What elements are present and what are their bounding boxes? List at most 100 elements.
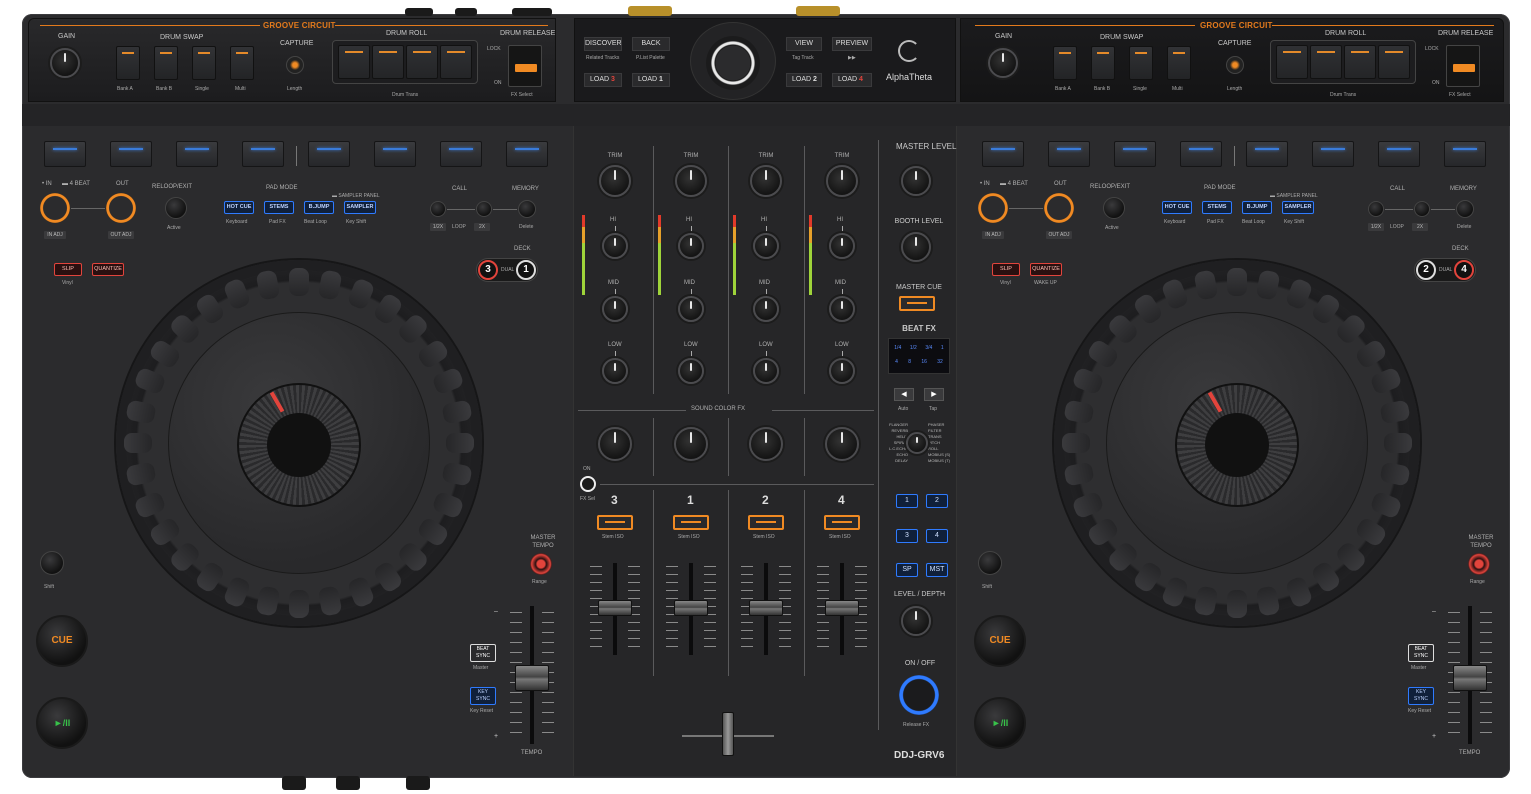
sound-color-fx-knob[interactable] [674, 427, 708, 461]
reloop-exit-button[interactable] [1103, 197, 1125, 219]
channel-cue-button[interactable] [597, 515, 633, 530]
sampler-button[interactable]: SAMPLER [1282, 201, 1314, 214]
sound-color-on-button[interactable] [580, 476, 596, 492]
channel-cue-button[interactable] [748, 515, 784, 530]
beat-sync-button[interactable]: BEAT SYNC [1408, 644, 1434, 662]
performance-pad-7[interactable] [440, 141, 482, 167]
performance-pad-5[interactable] [1246, 141, 1288, 167]
eq-hi-knob[interactable] [829, 233, 855, 259]
view-button[interactable]: VIEW [786, 37, 822, 51]
performance-pad-3[interactable] [176, 141, 218, 167]
drum-roll-pad-4[interactable] [1378, 45, 1410, 79]
channel-fader[interactable] [749, 600, 783, 616]
fx-on-off-button[interactable] [899, 675, 939, 715]
drum-roll-pad-2[interactable] [1310, 45, 1342, 79]
beat-sync-button[interactable]: BEAT SYNC [470, 644, 496, 662]
sound-color-fx-knob[interactable] [825, 427, 859, 461]
performance-pad-5[interactable] [308, 141, 350, 167]
capture-button[interactable] [1226, 56, 1244, 74]
trim-knob[interactable] [750, 165, 782, 197]
play-pause-button[interactable]: ►/II [36, 697, 88, 749]
loop-in-button[interactable] [40, 193, 70, 223]
call-next-button[interactable] [476, 201, 492, 217]
fx-assign-button-mst[interactable]: MST [926, 563, 948, 577]
fx-assign-button-2[interactable]: 2 [926, 494, 948, 508]
gain-knob[interactable] [50, 48, 80, 78]
preview-button[interactable]: PREVIEW [832, 37, 872, 51]
channel-fader[interactable] [825, 600, 859, 616]
performance-pad-1[interactable] [44, 141, 86, 167]
eq-mid-knob[interactable] [678, 296, 704, 322]
eq-hi-knob[interactable] [753, 233, 779, 259]
performance-pad-4[interactable] [1180, 141, 1222, 167]
master-tempo-button[interactable] [530, 553, 552, 575]
channel-cue-button[interactable] [824, 515, 860, 530]
channel-fader[interactable] [598, 600, 632, 616]
slip-button[interactable]: SLIP [54, 263, 82, 276]
eq-mid-knob[interactable] [753, 296, 779, 322]
cue-button[interactable]: CUE [36, 615, 88, 667]
load-3-button[interactable]: LOAD 3 [584, 73, 622, 87]
trim-knob[interactable] [675, 165, 707, 197]
reloop-exit-button[interactable] [165, 197, 187, 219]
performance-pad-8[interactable] [506, 141, 548, 167]
crossfader[interactable] [722, 712, 734, 756]
tempo-fader[interactable] [1453, 665, 1487, 691]
play-pause-button[interactable]: ►/II [974, 697, 1026, 749]
eq-hi-knob[interactable] [678, 233, 704, 259]
key-sync-button[interactable]: KEY SYNC [470, 687, 496, 705]
hot-cue-button[interactable]: HOT CUE [224, 201, 254, 214]
drum-roll-pad-4[interactable] [440, 45, 472, 79]
tempo-fader[interactable] [515, 665, 549, 691]
trim-knob[interactable] [599, 165, 631, 197]
load-4-button[interactable]: LOAD 4 [832, 73, 872, 87]
performance-pad-1[interactable] [982, 141, 1024, 167]
call-prev-button[interactable] [1368, 201, 1384, 217]
beat-jump-button[interactable]: B.JUMP [304, 201, 334, 214]
hot-cue-button[interactable]: HOT CUE [1162, 201, 1192, 214]
drum-swap-pad-4[interactable] [1167, 46, 1191, 80]
booth-level-knob[interactable] [901, 232, 931, 262]
shift-button[interactable] [978, 551, 1002, 575]
performance-pad-3[interactable] [1114, 141, 1156, 167]
beat-left-button[interactable]: ◀ [894, 388, 914, 401]
drum-roll-pad-1[interactable] [1276, 45, 1308, 79]
fx-assign-button-3[interactable]: 3 [896, 529, 918, 543]
discover-button[interactable]: DISCOVER [584, 37, 622, 51]
sound-color-fx-knob[interactable] [749, 427, 783, 461]
drum-swap-pad-4[interactable] [230, 46, 254, 80]
deck-b-button[interactable]: 1 [516, 260, 536, 280]
fx-assign-button-sp[interactable]: SP [896, 563, 918, 577]
channel-cue-button[interactable] [673, 515, 709, 530]
channel-fader[interactable] [674, 600, 708, 616]
fx-assign-button-4[interactable]: 4 [926, 529, 948, 543]
master-level-knob[interactable] [901, 166, 931, 196]
loop-in-button[interactable] [978, 193, 1008, 223]
load-2-button[interactable]: LOAD 2 [786, 73, 822, 87]
trim-knob[interactable] [826, 165, 858, 197]
performance-pad-8[interactable] [1444, 141, 1486, 167]
drum-release-lever[interactable] [508, 45, 542, 87]
stems-button[interactable]: STEMS [1202, 201, 1232, 214]
eq-low-knob[interactable] [678, 358, 704, 384]
load-1-button[interactable]: LOAD 1 [632, 73, 670, 87]
performance-pad-7[interactable] [1378, 141, 1420, 167]
drum-swap-pad-3[interactable] [1129, 46, 1153, 80]
cue-button[interactable]: CUE [974, 615, 1026, 667]
level-depth-knob[interactable] [901, 606, 931, 636]
drum-release-lever[interactable] [1446, 45, 1480, 87]
eq-mid-knob[interactable] [829, 296, 855, 322]
memory-button[interactable] [518, 200, 536, 218]
performance-pad-6[interactable] [1312, 141, 1354, 167]
master-tempo-button[interactable] [1468, 553, 1490, 575]
memory-button[interactable] [1456, 200, 1474, 218]
call-next-button[interactable] [1414, 201, 1430, 217]
performance-pad-2[interactable] [110, 141, 152, 167]
performance-pad-6[interactable] [374, 141, 416, 167]
drum-swap-pad-1[interactable] [1053, 46, 1077, 80]
fx-select-knob[interactable] [906, 432, 928, 454]
fx-assign-button-1[interactable]: 1 [896, 494, 918, 508]
capture-button[interactable] [286, 56, 304, 74]
drum-roll-pad-3[interactable] [1344, 45, 1376, 79]
drum-swap-pad-2[interactable] [1091, 46, 1115, 80]
